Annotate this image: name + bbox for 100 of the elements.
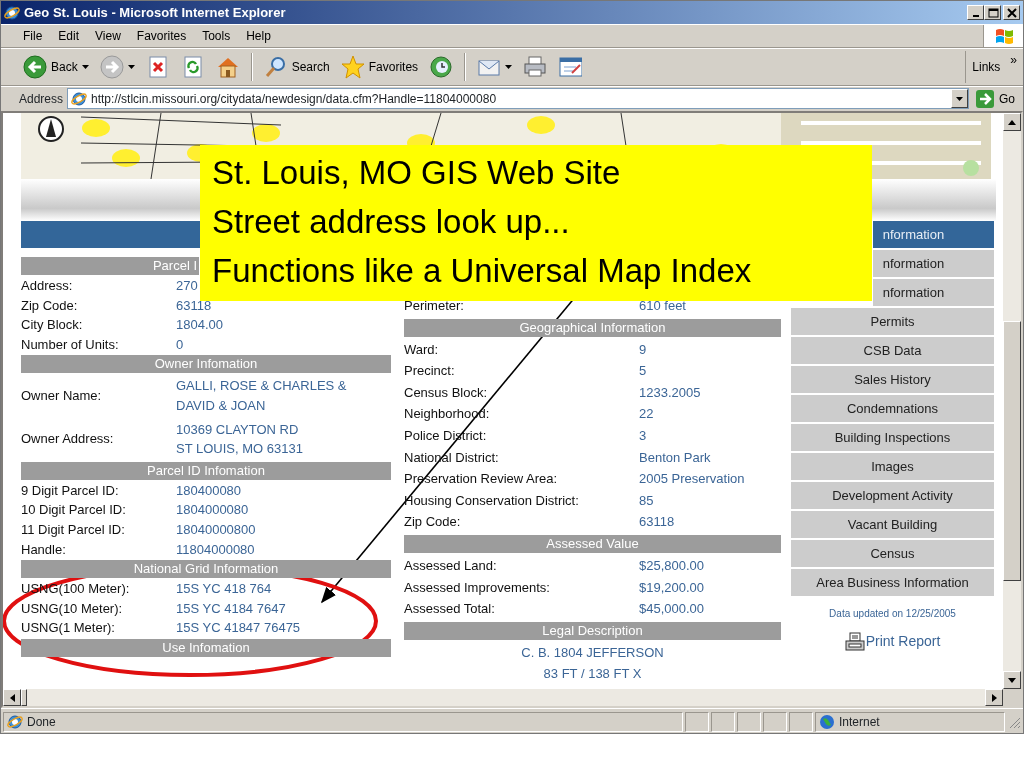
left-arrow-icon [9, 693, 15, 702]
description-text: 83 FT / 138 FT X [543, 665, 642, 684]
address-label: Address [19, 90, 64, 108]
section-heading: Owner Infomation [21, 355, 391, 374]
field-value: 11804000080 [176, 540, 255, 559]
menu-link[interactable]: Sales History [791, 366, 994, 393]
menu-link[interactable]: Building Inspections [791, 424, 994, 451]
star-icon [340, 55, 365, 79]
field-label: Housing Conservation District: [404, 491, 580, 510]
scroll-down-button[interactable] [1003, 671, 1021, 689]
right-arrow-icon [991, 693, 997, 702]
scroll-thumb[interactable] [1003, 321, 1021, 581]
field-value: 1804.00 [176, 316, 223, 335]
close-button[interactable] [1003, 5, 1020, 20]
zone-text: Internet [839, 714, 880, 731]
field-label: Handle: [21, 540, 67, 559]
menu-link[interactable]: CSB Data [791, 337, 994, 364]
menu-item[interactable]: Edit [50, 27, 88, 45]
field-value: 270 [176, 277, 198, 295]
field-value: 2005 Preservation [639, 470, 745, 489]
menu-link[interactable]: Vacant Building [791, 511, 994, 538]
menu-link[interactable]: Area Business Information [791, 569, 994, 596]
up-arrow-icon [1008, 119, 1016, 125]
section-heading: Legal Description [404, 621, 781, 640]
field-value: GALLI, ROSE & CHARLES & DAVID & JOAN [176, 377, 347, 415]
section-heading: Use Infomation [21, 638, 391, 657]
scroll-thumb[interactable] [21, 689, 27, 706]
resize-grip-icon[interactable] [1007, 715, 1021, 729]
menu-link[interactable]: nformation [873, 279, 994, 306]
links-button[interactable]: Links [972, 58, 1001, 76]
field-value: 63118 [639, 513, 675, 532]
field-label: USNG(10 Meter): [21, 599, 124, 618]
status-panel [711, 712, 735, 732]
menu-link[interactable]: Development Activity [791, 482, 994, 509]
toolbar-button[interactable]: Favorites [336, 53, 423, 81]
menu-link[interactable]: Condemnations [791, 395, 994, 422]
callout-text: Functions like a Universal Map Index [212, 251, 753, 291]
go-button[interactable]: Go [973, 88, 1023, 109]
menu-link[interactable]: nformation [873, 250, 994, 277]
print-report-link[interactable]: Print Report [844, 631, 941, 652]
status-panel [737, 712, 761, 732]
field-value: 10369 CLAYTON RD ST LOUIS, MO 63131 [176, 420, 303, 459]
field-value: 180400080 [176, 481, 242, 500]
menu-link[interactable]: nformation [873, 221, 994, 248]
menu-link[interactable]: Images [791, 453, 994, 480]
field-value: 610 feet [639, 297, 686, 315]
field-label: Precinct: [404, 362, 456, 381]
section-heading: Assessed Value [404, 534, 781, 553]
scroll-right-button[interactable] [985, 689, 1003, 706]
status-panel [763, 712, 787, 732]
minimize-icon [972, 15, 979, 17]
toolbar-button[interactable]: Back [19, 53, 93, 81]
menu-link[interactable]: Permits [791, 308, 994, 335]
printer-icon [844, 632, 865, 652]
field-value: 22 [639, 405, 654, 424]
menu-item[interactable]: Favorites [128, 27, 195, 45]
field-value: Benton Park [639, 448, 711, 467]
field-value: 85 [639, 491, 654, 510]
window-title: Geo St. Louis - Microsoft Internet Explorer [24, 3, 286, 22]
maximize-button[interactable] [984, 5, 1001, 20]
field-value: 9 [639, 340, 647, 359]
more-button[interactable]: » [1010, 51, 1017, 69]
minimize-button[interactable] [967, 5, 984, 20]
vertical-scrollbar[interactable] [1003, 113, 1021, 689]
field-value: 3 [639, 426, 647, 445]
scroll-left-button[interactable] [3, 689, 21, 706]
printer-icon [523, 55, 548, 79]
description-text: C. B. 1804 JEFFERSON [521, 643, 664, 662]
field-label: Census Block: [404, 383, 489, 402]
field-label: Perimeter: [404, 297, 465, 315]
menu-item[interactable]: Help [238, 27, 279, 45]
field-label: Address: [21, 277, 74, 295]
field-label: Assessed Improvements: [404, 578, 551, 597]
field-label: Assessed Total: [404, 600, 496, 619]
dropdown-button[interactable] [951, 89, 968, 108]
page-icon [7, 714, 23, 730]
field-value: 1233.2005 [639, 383, 701, 402]
close-icon [1005, 7, 1018, 18]
menu-item[interactable]: View [87, 27, 129, 45]
maximize-icon [986, 7, 999, 18]
menu-link[interactable]: Census [791, 540, 994, 567]
field-value: 15S YC 41847 76475 [176, 619, 301, 638]
section-heading: Parcel I [21, 257, 199, 275]
field-value: $25,800.00 [639, 556, 705, 575]
field-value: 63118 [176, 296, 212, 315]
field-label: 9 Digit Parcel ID: [21, 481, 120, 500]
toolbar-button[interactable]: Search [259, 53, 334, 81]
menu-item[interactable]: File [15, 27, 51, 45]
search-icon [263, 55, 288, 79]
menu-item[interactable]: Tools [194, 27, 239, 45]
field-value: 0 [176, 335, 184, 354]
status-text: Done [27, 714, 56, 731]
caret-icon [956, 96, 963, 101]
callout-text: St. Louis, MO GIS Web Site [212, 153, 622, 193]
horizontal-scrollbar[interactable] [3, 689, 1003, 706]
field-value: 15S YC 4184 7647 [176, 599, 286, 618]
field-label: Ward: [404, 340, 440, 359]
address-field[interactable]: http://stlcin.missouri.org/citydata/newdesign/data.cfm?Handle=11804000080 [67, 88, 969, 109]
scroll-up-button[interactable] [1003, 113, 1021, 131]
edit-page-icon [558, 55, 583, 79]
